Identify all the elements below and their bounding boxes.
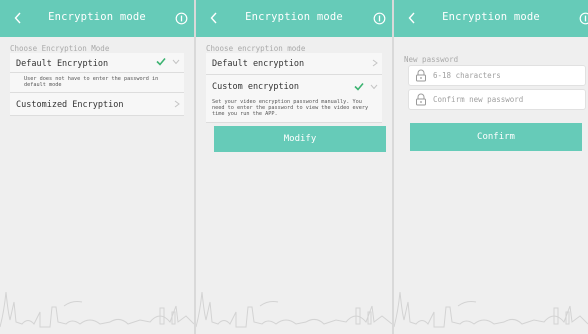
lock-icon [416,93,426,106]
chevron-left-icon [14,12,21,24]
option-default-encryption[interactable]: Default encryption [206,53,382,75]
screen-encryption-mode-1: Encryption mode Choose Encryption Mode D… [0,0,194,334]
city-skyline-decoration [196,291,392,328]
back-button[interactable] [204,8,224,28]
chevron-right-icon [372,59,378,67]
chevron-down-icon [370,84,378,90]
header-bar: Encryption mode [394,0,588,37]
lock-icon [416,69,426,82]
section-label: Choose encryption mode [206,44,306,53]
page-title: Encryption mode [48,11,146,23]
confirm-password-input[interactable]: Confirm new password [408,89,586,110]
check-icon [156,57,166,66]
page-title: Encryption mode [442,11,540,23]
chevron-down-icon [172,59,180,65]
back-button[interactable] [402,8,422,28]
city-skyline-decoration [394,291,588,328]
new-password-input[interactable]: 6-18 characters [408,65,586,86]
input-placeholder: Confirm new password [433,95,524,104]
option-label: Custom encryption [212,82,299,92]
info-icon[interactable] [579,12,588,25]
option-description: Set your video encryption password manua… [206,95,382,123]
option-label: Default encryption [212,59,305,69]
header-bar: Encryption mode [196,0,392,37]
option-description: User does not have to enter the password… [10,73,184,94]
option-label: Default Encryption [16,59,109,69]
input-placeholder: 6-18 characters [433,71,501,80]
option-customized-encryption[interactable]: Customized Encryption [10,93,184,117]
encryption-mode-list: Default encryption Custom encryption Set… [206,53,382,123]
option-custom-encryption[interactable]: Custom encryption [206,75,382,95]
info-icon[interactable] [175,12,188,25]
back-button[interactable] [8,8,28,28]
screen-encryption-mode-2: Encryption mode Choose encryption mode D… [196,0,392,334]
info-icon[interactable] [373,12,386,25]
page-title: Encryption mode [245,11,343,23]
option-default-encryption[interactable]: Default Encryption [10,53,184,73]
encryption-mode-list: Default Encryption User does not have to… [10,53,184,117]
chevron-left-icon [210,12,217,24]
section-label: Choose Encryption Mode [10,44,110,53]
section-label: New password [404,55,459,64]
header-bar: Encryption mode [0,0,194,37]
modify-button[interactable]: Modify [214,126,386,152]
chevron-right-icon [174,101,180,108]
screen-new-password: Encryption mode New password 6-18 charac… [394,0,588,334]
option-label: Customized Encryption [16,100,124,111]
check-icon [354,82,364,91]
confirm-button[interactable]: Confirm [410,123,582,151]
city-skyline-decoration [0,291,194,328]
chevron-left-icon [408,12,415,24]
